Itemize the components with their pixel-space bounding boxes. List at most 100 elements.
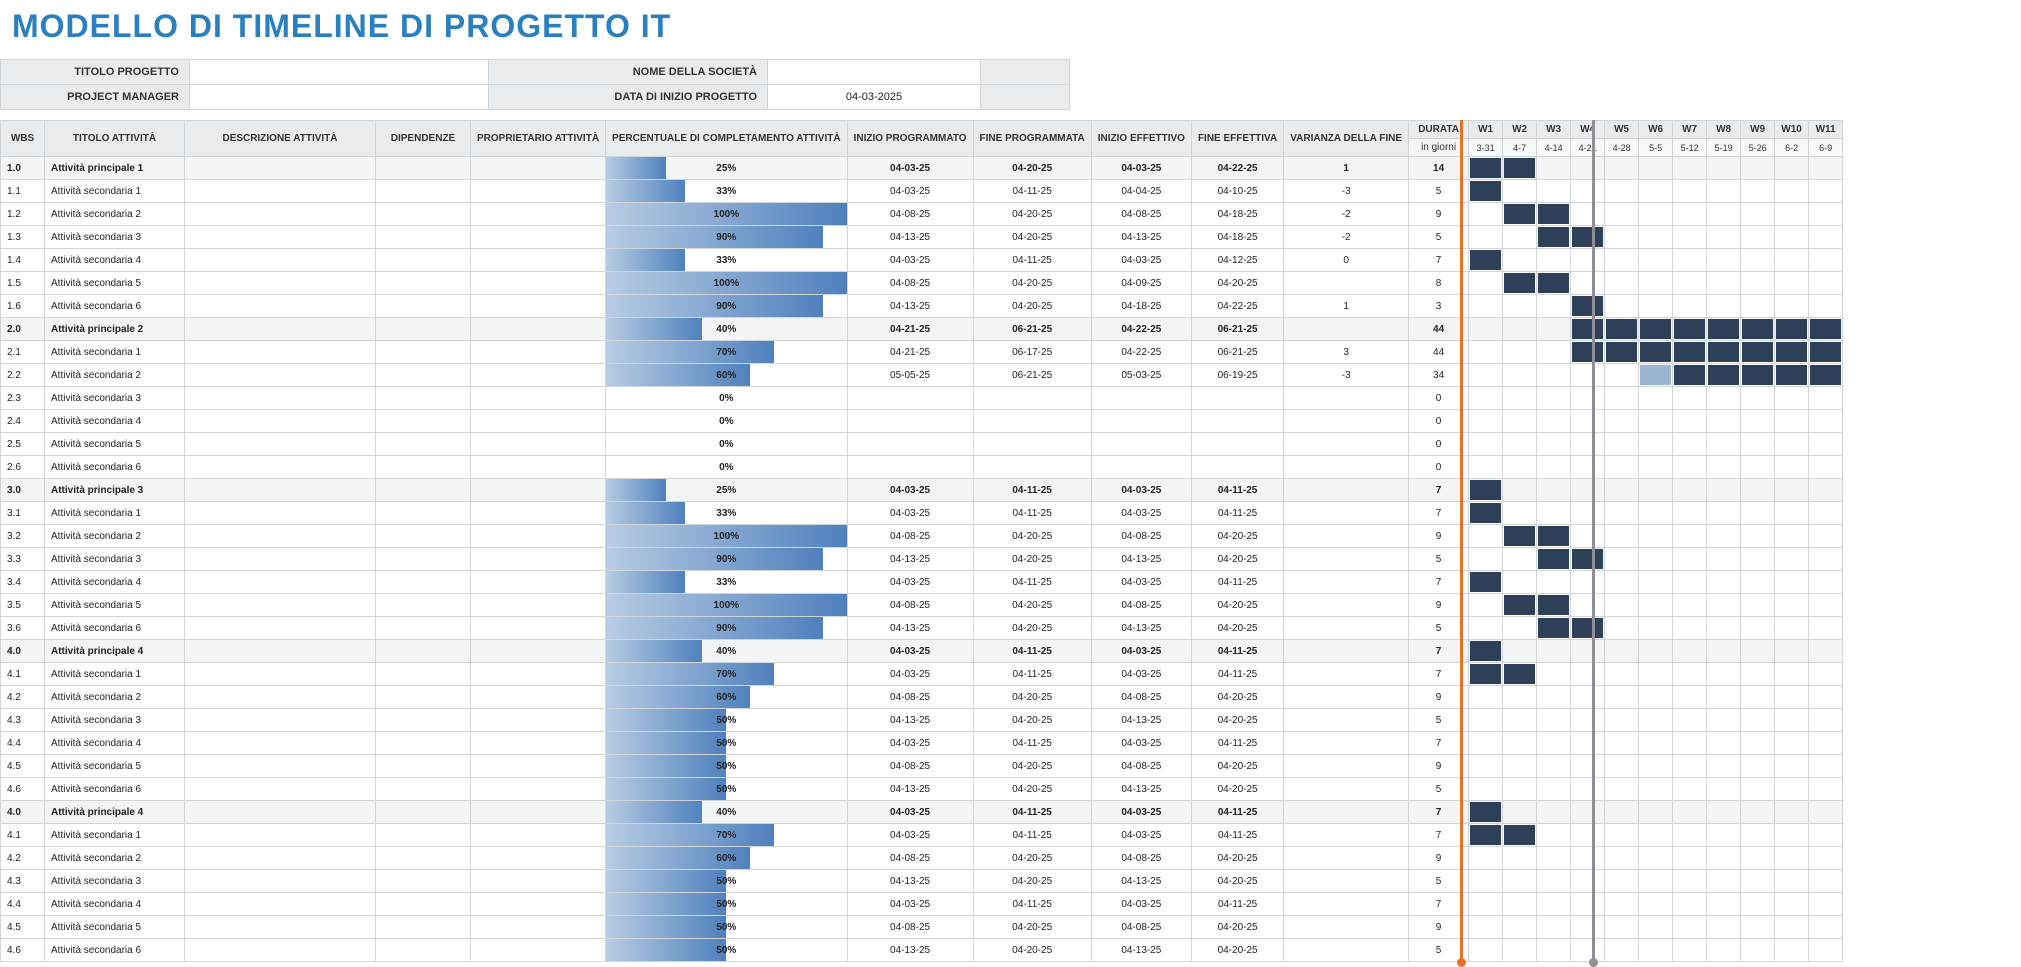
- cell-task[interactable]: Attività secondaria 4: [45, 571, 185, 594]
- cell-aend[interactable]: 04-11-25: [1191, 502, 1283, 525]
- cell-pct[interactable]: 50%: [606, 755, 848, 778]
- cell-desc[interactable]: [185, 525, 376, 548]
- cell-astart[interactable]: 04-13-25: [1091, 226, 1191, 249]
- cell-pstart[interactable]: 04-03-25: [847, 663, 973, 686]
- cell-pct[interactable]: 50%: [606, 732, 848, 755]
- cell-var[interactable]: [1284, 272, 1409, 295]
- cell-var[interactable]: -2: [1284, 226, 1409, 249]
- cell-aend[interactable]: 04-11-25: [1191, 571, 1283, 594]
- cell-deps[interactable]: [376, 203, 471, 226]
- cell-desc[interactable]: [185, 364, 376, 387]
- cell-deps[interactable]: [376, 663, 471, 686]
- cell-pstart[interactable]: 04-13-25: [847, 870, 973, 893]
- cell-aend[interactable]: 04-20-25: [1191, 870, 1283, 893]
- cell-var[interactable]: -2: [1284, 203, 1409, 226]
- cell-aend[interactable]: 04-11-25: [1191, 732, 1283, 755]
- cell-var[interactable]: [1284, 571, 1409, 594]
- cell-pend[interactable]: 04-11-25: [973, 732, 1091, 755]
- cell-pct[interactable]: 33%: [606, 571, 848, 594]
- cell-astart[interactable]: 04-08-25: [1091, 203, 1191, 226]
- cell-pct[interactable]: 90%: [606, 548, 848, 571]
- cell-pstart[interactable]: 04-03-25: [847, 249, 973, 272]
- cell-wbs[interactable]: 4.1: [1, 663, 45, 686]
- cell-desc[interactable]: [185, 272, 376, 295]
- cell-desc[interactable]: [185, 686, 376, 709]
- cell-owner[interactable]: [471, 617, 606, 640]
- cell-pend[interactable]: 04-20-25: [973, 617, 1091, 640]
- cell-deps[interactable]: [376, 893, 471, 916]
- cell-pstart[interactable]: 04-08-25: [847, 755, 973, 778]
- cell-desc[interactable]: [185, 663, 376, 686]
- cell-var[interactable]: [1284, 548, 1409, 571]
- cell-owner[interactable]: [471, 548, 606, 571]
- cell-desc[interactable]: [185, 180, 376, 203]
- cell-task[interactable]: Attività secondaria 1: [45, 180, 185, 203]
- cell-astart[interactable]: [1091, 433, 1191, 456]
- cell-pend[interactable]: 04-11-25: [973, 640, 1091, 663]
- cell-deps[interactable]: [376, 364, 471, 387]
- cell-aend[interactable]: 04-18-25: [1191, 226, 1283, 249]
- cell-wbs[interactable]: 3.2: [1, 525, 45, 548]
- cell-task[interactable]: Attività secondaria 5: [45, 755, 185, 778]
- cell-deps[interactable]: [376, 249, 471, 272]
- cell-wbs[interactable]: 4.6: [1, 939, 45, 962]
- cell-pstart[interactable]: 04-03-25: [847, 479, 973, 502]
- cell-aend[interactable]: 04-20-25: [1191, 755, 1283, 778]
- cell-pend[interactable]: 04-11-25: [973, 479, 1091, 502]
- cell-var[interactable]: [1284, 640, 1409, 663]
- cell-task[interactable]: Attività secondaria 2: [45, 364, 185, 387]
- cell-aend[interactable]: 04-11-25: [1191, 801, 1283, 824]
- cell-astart[interactable]: 04-03-25: [1091, 663, 1191, 686]
- cell-var[interactable]: [1284, 801, 1409, 824]
- cell-deps[interactable]: [376, 617, 471, 640]
- cell-aend[interactable]: 04-20-25: [1191, 686, 1283, 709]
- cell-desc[interactable]: [185, 893, 376, 916]
- cell-wbs[interactable]: 1.5: [1, 272, 45, 295]
- cell-task[interactable]: Attività secondaria 1: [45, 663, 185, 686]
- cell-aend[interactable]: 06-19-25: [1191, 364, 1283, 387]
- cell-var[interactable]: [1284, 663, 1409, 686]
- cell-pct[interactable]: 50%: [606, 778, 848, 801]
- cell-pct[interactable]: 50%: [606, 939, 848, 962]
- cell-wbs[interactable]: 3.6: [1, 617, 45, 640]
- cell-task[interactable]: Attività principale 3: [45, 479, 185, 502]
- cell-var[interactable]: [1284, 778, 1409, 801]
- cell-astart[interactable]: 04-03-25: [1091, 801, 1191, 824]
- cell-owner[interactable]: [471, 249, 606, 272]
- cell-astart[interactable]: 04-04-25: [1091, 180, 1191, 203]
- cell-pstart[interactable]: 04-03-25: [847, 571, 973, 594]
- cell-desc[interactable]: [185, 824, 376, 847]
- cell-wbs[interactable]: 4.4: [1, 732, 45, 755]
- cell-var[interactable]: [1284, 847, 1409, 870]
- cell-pstart[interactable]: 04-13-25: [847, 548, 973, 571]
- cell-task[interactable]: Attività secondaria 5: [45, 272, 185, 295]
- cell-astart[interactable]: 04-13-25: [1091, 617, 1191, 640]
- cell-desc[interactable]: [185, 755, 376, 778]
- cell-owner[interactable]: [471, 755, 606, 778]
- cell-task[interactable]: Attività secondaria 1: [45, 502, 185, 525]
- cell-desc[interactable]: [185, 295, 376, 318]
- cell-astart[interactable]: 04-03-25: [1091, 732, 1191, 755]
- cell-pend[interactable]: 04-20-25: [973, 778, 1091, 801]
- cell-owner[interactable]: [471, 594, 606, 617]
- cell-deps[interactable]: [376, 433, 471, 456]
- cell-pend[interactable]: 04-20-25: [973, 525, 1091, 548]
- cell-astart[interactable]: 04-08-25: [1091, 686, 1191, 709]
- cell-var[interactable]: -3: [1284, 180, 1409, 203]
- cell-pstart[interactable]: 04-03-25: [847, 732, 973, 755]
- cell-var[interactable]: [1284, 318, 1409, 341]
- cell-wbs[interactable]: 2.3: [1, 387, 45, 410]
- cell-deps[interactable]: [376, 755, 471, 778]
- cell-desc[interactable]: [185, 433, 376, 456]
- cell-owner[interactable]: [471, 456, 606, 479]
- cell-pct[interactable]: 50%: [606, 870, 848, 893]
- cell-owner[interactable]: [471, 778, 606, 801]
- cell-owner[interactable]: [471, 916, 606, 939]
- cell-desc[interactable]: [185, 640, 376, 663]
- cell-var[interactable]: [1284, 433, 1409, 456]
- cell-pct[interactable]: 100%: [606, 203, 848, 226]
- cell-pct[interactable]: 33%: [606, 502, 848, 525]
- cell-astart[interactable]: 04-03-25: [1091, 640, 1191, 663]
- company-input[interactable]: [768, 59, 981, 85]
- cell-wbs[interactable]: 1.4: [1, 249, 45, 272]
